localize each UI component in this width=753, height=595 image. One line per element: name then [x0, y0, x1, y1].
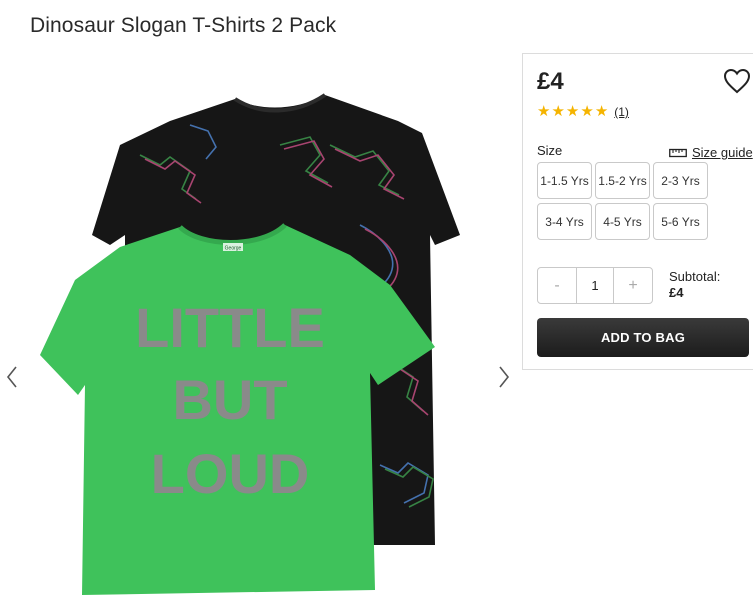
quantity-decrease-button[interactable]: - [538, 268, 576, 303]
subtotal: Subtotal: £4 [669, 269, 720, 301]
review-count-link[interactable]: (1) [614, 105, 629, 119]
rating-stars: ★ ★ ★ ★ ★ (1) [537, 104, 629, 120]
size-option[interactable]: 5-6 Yrs [653, 203, 708, 240]
ruler-icon [669, 148, 687, 157]
star-icon: ★ [580, 103, 594, 120]
add-to-bag-button[interactable]: ADD TO BAG [537, 318, 749, 357]
shirt-label-text: George [225, 246, 242, 252]
subtotal-amount: £4 [669, 285, 684, 300]
quantity-increase-button[interactable]: + [614, 268, 652, 303]
gallery-prev-button[interactable] [2, 365, 22, 389]
quantity-value[interactable]: 1 [576, 268, 614, 303]
size-option[interactable]: 2-3 Yrs [653, 162, 708, 199]
star-icon: ★ [537, 103, 551, 120]
size-option[interactable]: 1.5-2 Yrs [595, 162, 650, 199]
size-guide-link[interactable]: Size guide [669, 145, 753, 160]
star-icon: ★ [594, 103, 609, 120]
product-gallery: George LITTLE BUT LOUD [0, 60, 515, 595]
chevron-right-icon [499, 366, 510, 388]
shirt-print-line-1: LITTLE [135, 296, 325, 359]
size-option[interactable]: 4-5 Yrs [595, 203, 650, 240]
wishlist-button[interactable] [723, 68, 751, 94]
star-icon: ★ [551, 103, 565, 120]
chevron-left-icon [6, 366, 17, 388]
product-image: George LITTLE BUT LOUD [40, 93, 460, 595]
subtotal-label: Subtotal: [669, 269, 721, 284]
purchase-panel: £4 ★ ★ ★ ★ ★ (1) Size Size guide 1-1.5 Y… [522, 53, 753, 370]
product-title: Dinosaur Slogan T-Shirts 2 Pack [30, 14, 337, 37]
product-price: £4 [537, 68, 564, 95]
size-guide-label: Size guide [692, 145, 753, 160]
star-icon: ★ [565, 103, 580, 120]
quantity-stepper: - 1 + [537, 267, 653, 304]
size-option[interactable]: 1-1.5 Yrs [537, 162, 592, 199]
gallery-next-button[interactable] [494, 365, 514, 389]
size-options: 1-1.5 Yrs 1.5-2 Yrs 2-3 Yrs 3-4 Yrs 4-5 … [537, 162, 708, 240]
shirt-print-line-2: BUT [172, 368, 287, 431]
shirt-print-line-3: LOUD [151, 442, 310, 505]
size-label: Size [537, 143, 563, 158]
heart-icon [723, 68, 751, 94]
size-option[interactable]: 3-4 Yrs [537, 203, 592, 240]
